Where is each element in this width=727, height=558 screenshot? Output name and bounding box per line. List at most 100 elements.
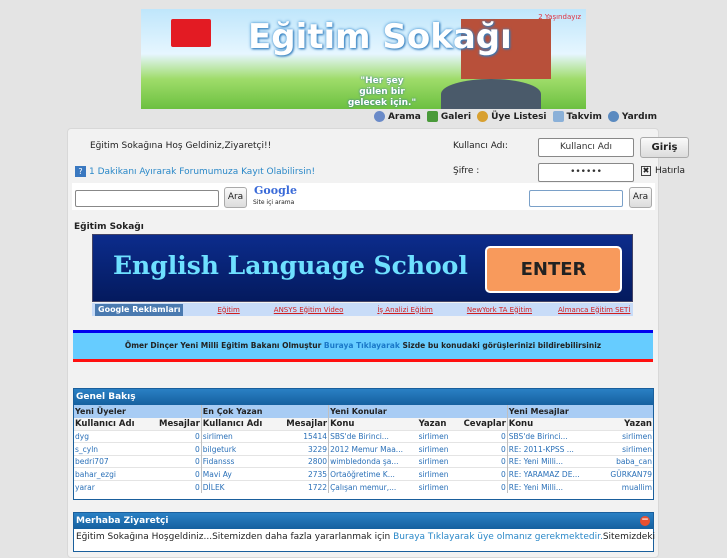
table-cell[interactable]: bilgeturk xyxy=(200,442,286,456)
ad-link[interactable]: NewYork TA Eğitim xyxy=(467,306,532,314)
table-cell: 0 xyxy=(462,467,508,481)
section-header: Yeni Mesajlar xyxy=(506,405,653,418)
table-cell: 0 xyxy=(158,442,202,456)
table-cell[interactable]: RE: Yeni Milli... xyxy=(506,454,598,468)
table-cell[interactable]: RE: Yeni Milli... xyxy=(506,480,598,494)
announcement-link[interactable]: Buraya Tıklayarak xyxy=(324,341,400,350)
section-header: En Çok Yazan xyxy=(200,405,329,418)
table-cell[interactable]: bedri707 xyxy=(74,454,158,468)
overview-title: Genel Bakış xyxy=(74,389,653,405)
announcement: Ömer Dinçer Yeni Milli Eğitim Bakanı Olm… xyxy=(73,330,653,362)
calendar-icon xyxy=(552,111,564,122)
remember-checkbox[interactable]: ✖ xyxy=(641,166,651,176)
table-cell[interactable]: 2012 Memur Maa... xyxy=(328,442,418,456)
guest-text: Eğitim Sokağına Hoşgeldiniz...Sitemizden… xyxy=(76,532,656,542)
table-cell[interactable]: muallim xyxy=(597,480,653,494)
guest-title: Merhaba Ziyaretçi xyxy=(76,516,169,526)
ad-enter-button[interactable]: ENTER xyxy=(485,246,622,293)
google-search-button[interactable]: Ara xyxy=(224,187,247,208)
section-title: Eğitim Sokağı xyxy=(74,222,144,232)
guest-panel: Merhaba Ziyaretçi − Eğitim Sokağına Hoşge… xyxy=(73,512,656,552)
ad-link[interactable]: ANSYS Eğitim Video xyxy=(274,306,344,314)
google-logo: Google xyxy=(254,184,297,197)
site-banner[interactable]: Eğitim Sokağı "Her şey gülen bir gelecek… xyxy=(141,9,586,109)
nav-yardim[interactable]: Yardım xyxy=(607,111,657,122)
table-cell: 3229 xyxy=(285,442,329,456)
ad-label: Google Reklamları xyxy=(95,303,184,316)
table-cell[interactable]: Mavi Ay xyxy=(200,467,286,481)
table-cell[interactable]: yarar xyxy=(74,480,158,494)
table-row: bedri707 0 Fidansss 2800 wimbledonda şa... si… xyxy=(74,454,653,468)
password-input[interactable]: •••••• xyxy=(538,163,634,182)
table-cell[interactable]: s_cyln xyxy=(74,442,158,456)
nav-takvim[interactable]: Takvim xyxy=(552,111,602,122)
nav-arama[interactable]: Arama xyxy=(373,111,421,122)
table-cell[interactable]: sirlimen xyxy=(417,454,463,468)
site-search-button[interactable]: Ara xyxy=(629,187,652,208)
table-cell[interactable]: SBS'de Birinci... xyxy=(328,429,418,443)
column-header: Yazan xyxy=(417,417,463,431)
table-cell[interactable]: sirlimen xyxy=(417,429,463,443)
table-cell[interactable]: sirlimen xyxy=(597,429,653,443)
ad-links: Google Reklamları Eğitim ANSYS Eğitim Vi… xyxy=(92,303,633,316)
password-label: Şifre : xyxy=(453,166,480,176)
collapse-icon[interactable]: − xyxy=(640,516,650,526)
register-link[interactable]: ? 1 Dakikanı Ayırarak Forumumuza Kayıt Ol… xyxy=(75,166,315,177)
table-cell[interactable]: wimbledonda şa... xyxy=(328,454,418,468)
table-cell[interactable]: baba_can xyxy=(597,454,653,468)
table-row: bahar_ezgi 0 Mavi Ay 2735 Ortaöğretime K... s… xyxy=(74,467,653,481)
ad-link[interactable]: Almanca Eğitim SETİ xyxy=(558,306,630,314)
nav-galeri[interactable]: Galeri xyxy=(426,111,471,122)
username-label: Kullancı Adı: xyxy=(453,141,508,151)
banner-motto: "Her şey gülen bir gelecek için." xyxy=(347,76,417,108)
table-cell[interactable]: sirlimen xyxy=(417,467,463,481)
table-cell: 0 xyxy=(158,454,202,468)
table-row: s_cyln 0 bilgeturk 3229 2012 Memur Maa... sir… xyxy=(74,442,653,456)
username-input[interactable]: Kullancı Adı xyxy=(538,138,634,157)
overview-table: Yeni Üyeler En Çok Yazan Yeni Konular Ye… xyxy=(74,405,653,494)
column-header: Konu xyxy=(328,417,418,431)
ad-banner[interactable]: English Language School ENTER xyxy=(92,234,633,302)
column-header: Mesajlar xyxy=(158,417,202,431)
ad-link[interactable]: Eğitim xyxy=(217,306,239,314)
table-cell[interactable]: DİLEK xyxy=(200,480,286,494)
table-cell: 0 xyxy=(462,429,508,443)
guest-register-link[interactable]: Buraya Tıklayarak üye olmanız gerekmekte… xyxy=(393,532,603,542)
site-search-input[interactable] xyxy=(529,190,623,207)
column-header: Cevaplar xyxy=(462,417,508,431)
table-cell[interactable]: sirlimen xyxy=(417,480,463,494)
flag-image xyxy=(171,19,211,47)
column-header: Yazan xyxy=(597,417,653,431)
table-cell[interactable]: Fidansss xyxy=(200,454,286,468)
nav-uye-listesi[interactable]: Üye Listesi xyxy=(477,111,547,122)
ad-link[interactable]: İş Analizi Eğitim xyxy=(377,306,433,314)
table-cell[interactable]: bahar_ezgi xyxy=(74,467,158,481)
table-cell: 2800 xyxy=(285,454,329,468)
table-cell[interactable]: Ortaöğretime K... xyxy=(328,467,418,481)
table-cell[interactable]: dyg xyxy=(74,429,158,443)
register-icon: ? xyxy=(75,166,86,177)
google-sub: Site içi arama xyxy=(253,199,295,206)
table-cell: 0 xyxy=(462,454,508,468)
table-cell[interactable]: RE: 2011-KPSS ... xyxy=(506,442,598,456)
google-search-input[interactable] xyxy=(75,190,219,207)
table-cell: 0 xyxy=(158,480,202,494)
table-cell[interactable]: sirlimen xyxy=(417,442,463,456)
road-image xyxy=(441,79,541,109)
table-cell: 0 xyxy=(158,429,202,443)
login-button[interactable]: Giriş xyxy=(640,137,689,158)
table-cell: 15414 xyxy=(285,429,329,443)
column-header: Kullanıcı Adı xyxy=(200,417,286,431)
table-cell[interactable]: sirlimen xyxy=(597,442,653,456)
table-cell[interactable]: sirlimen xyxy=(200,429,286,443)
table-cell[interactable]: GÜRKAN79 xyxy=(597,467,653,481)
section-header: Yeni Konular xyxy=(328,405,508,418)
gallery-icon xyxy=(426,111,438,122)
welcome-text: Eğitim Sokağına Hoş Geldiniz,Ziyaretçi!! xyxy=(90,141,272,151)
table-cell[interactable]: Çalışan memur,... xyxy=(328,480,418,494)
section-header: Yeni Üyeler xyxy=(74,405,202,418)
search-icon xyxy=(373,111,385,122)
table-cell: 2735 xyxy=(285,467,329,481)
table-cell[interactable]: RE: YARAMAZ DE... xyxy=(506,467,598,481)
table-cell[interactable]: SBS'de Birinci... xyxy=(506,429,598,443)
